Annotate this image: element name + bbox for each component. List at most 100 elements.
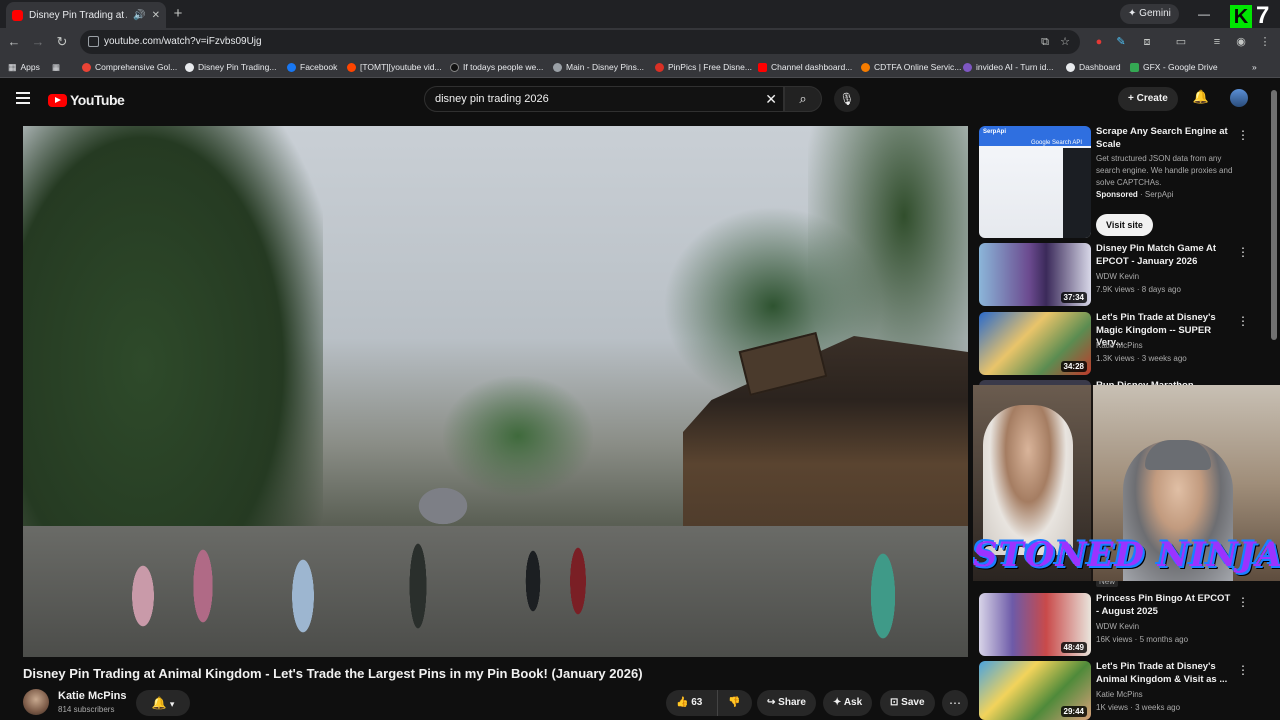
bookmark-item[interactable]: Channel dashboard...: [758, 56, 852, 78]
bookmark-label: invideo AI - Turn id...: [976, 62, 1054, 72]
channel-name[interactable]: Katie McPins: [1096, 690, 1143, 699]
search-icon: ⌕: [799, 91, 807, 106]
channel-name[interactable]: Katie McPins: [58, 690, 126, 702]
minimize-button[interactable]: —: [1194, 4, 1214, 24]
notifications-bell-icon[interactable]: 🔔: [1192, 89, 1210, 107]
ask-button[interactable]: ✦ Ask: [823, 690, 873, 716]
bookmark-item[interactable]: PinPics | Free Disne...: [655, 56, 752, 78]
video-menu-icon[interactable]: ⋮: [1237, 314, 1249, 328]
extension-blue-icon[interactable]: ✎: [1112, 33, 1130, 51]
menu-hamburger-icon[interactable]: [16, 92, 30, 104]
cast-icon[interactable]: ▭: [1172, 33, 1190, 51]
video-thumbnail[interactable]: 48:49: [979, 593, 1091, 656]
facebook-icon: [287, 62, 296, 72]
speaker-icon[interactable]: 🔊: [133, 10, 145, 21]
close-tab-icon[interactable]: ✕: [152, 10, 160, 21]
forward-arrow-icon[interactable]: →: [28, 32, 48, 52]
bookmark-item[interactable]: GFX - Google Drive: [1130, 56, 1218, 78]
bookmark-item[interactable]: Facebook: [287, 56, 337, 78]
bookmark-label: GFX - Google Drive: [1143, 62, 1218, 72]
reload-icon[interactable]: ↻: [52, 32, 72, 52]
profile-icon[interactable]: ◉: [1232, 33, 1250, 51]
video-title[interactable]: Let's Pin Trade at Disney's Animal Kingd…: [1096, 661, 1236, 686]
save-button[interactable]: ⊡ Save: [880, 690, 935, 716]
channel-avatar[interactable]: [23, 689, 49, 715]
bookmarks-overflow-icon[interactable]: »: [1252, 56, 1257, 78]
new-tab-button[interactable]: +: [168, 4, 188, 24]
bookmark-favicon-icon: [82, 62, 91, 72]
back-arrow-icon[interactable]: ←: [4, 32, 24, 52]
bookmark-star-icon[interactable]: ☆: [1056, 33, 1074, 51]
bookmark-grid[interactable]: ▦: [52, 56, 60, 78]
bookmark-item[interactable]: invideo AI - Turn id...: [963, 56, 1053, 78]
sparkle-icon: ✦: [833, 697, 842, 708]
apps-grid-icon: ▦: [8, 62, 17, 72]
browser-menu-icon[interactable]: ⋮: [1256, 33, 1274, 51]
gemini-button[interactable]: ✦ Gemini: [1120, 4, 1179, 24]
video-title[interactable]: Princess Pin Bingo At EPCOT - August 202…: [1096, 593, 1236, 618]
visit-site-button[interactable]: Visit site: [1096, 214, 1153, 236]
bookmark-item[interactable]: Main - Disney Pins...: [553, 56, 644, 78]
bookmark-item[interactable]: Comprehensive Gol...: [82, 56, 177, 78]
page-scrollbar[interactable]: [1271, 90, 1277, 340]
list-item[interactable]: 48:49 Princess Pin Bingo At EPCOT - Augu…: [979, 593, 1259, 656]
channel-name[interactable]: Katie McPins: [1096, 341, 1143, 350]
video-player[interactable]: [23, 126, 968, 657]
video-duration: 29:44: [1060, 706, 1087, 717]
bookmark-label: CDTFA Online Servic...: [874, 62, 962, 72]
site-info-icon[interactable]: [88, 36, 99, 47]
invideo-icon: [963, 62, 972, 72]
list-item[interactable]: 37:34 Disney Pin Match Game At EPCOT - J…: [979, 243, 1259, 306]
clear-search-icon[interactable]: ✕: [765, 87, 777, 111]
sidebar-ad[interactable]: SerpApi Google Search API Scrape Any Sea…: [979, 126, 1259, 238]
voice-search-button[interactable]: 🎙: [834, 86, 860, 112]
youtube-logo[interactable]: YouTube: [48, 92, 125, 108]
video-menu-icon[interactable]: ⋮: [1237, 663, 1249, 677]
video-thumbnail[interactable]: 29:44: [979, 661, 1091, 720]
tab-title: Disney Pin Trading at Animal: [29, 9, 127, 21]
like-button[interactable]: 👍 63: [666, 690, 718, 716]
bell-icon: 🔔: [151, 696, 167, 710]
channel-name[interactable]: WDW Kevin: [1096, 622, 1139, 631]
video-menu-icon[interactable]: ⋮: [1237, 595, 1249, 609]
ask-label: Ask: [843, 697, 863, 708]
account-avatar[interactable]: [1230, 89, 1248, 107]
share-button[interactable]: ↪ Share: [757, 690, 816, 716]
ad-thumbnail[interactable]: SerpApi Google Search API: [979, 126, 1091, 238]
extension-red-icon[interactable]: ●: [1090, 33, 1108, 51]
bookmark-apps[interactable]: ▦ Apps: [8, 56, 40, 78]
video-thumbnail[interactable]: 34:28: [979, 312, 1091, 375]
video-menu-icon[interactable]: ⋮: [1237, 245, 1249, 259]
bookmark-item[interactable]: Dashboard: [1066, 56, 1121, 78]
youtube-header: YouTube disney pin trading 2026 ✕ ⌕ 🎙 + …: [0, 78, 1280, 120]
bookmark-item[interactable]: [TOMT][youtube vid...: [347, 56, 442, 78]
video-thumbnail[interactable]: 37:34: [979, 243, 1091, 306]
search-button[interactable]: ⌕: [784, 86, 822, 112]
extensions-puzzle-icon[interactable]: ⧈: [1138, 33, 1156, 51]
dislike-button[interactable]: 👎: [718, 690, 752, 716]
bookmark-item[interactable]: If todays people we...: [450, 56, 543, 78]
reading-list-icon[interactable]: ≡: [1208, 33, 1226, 51]
bookmark-item[interactable]: CDTFA Online Servic...: [861, 56, 961, 78]
channel-name[interactable]: WDW Kevin: [1096, 272, 1139, 281]
advertiser-name: SerpApi: [1144, 190, 1174, 199]
address-bar[interactable]: youtube.com/watch?v=iFzvbs09Ujg: [80, 30, 1080, 54]
ad-menu-icon[interactable]: ⋮: [1237, 128, 1249, 142]
more-actions-icon[interactable]: ⋯: [942, 690, 968, 716]
create-button[interactable]: + Create: [1118, 87, 1178, 111]
list-item[interactable]: 29:44 Let's Pin Trade at Disney's Animal…: [979, 661, 1259, 720]
install-app-icon[interactable]: ⧉: [1036, 33, 1054, 51]
ad-thumbnail-code-panel: [1063, 148, 1091, 238]
list-item[interactable]: 34:28 Let's Pin Trade at Disney's Magic …: [979, 312, 1259, 375]
webcam-person-left: [983, 405, 1073, 555]
ad-title[interactable]: Scrape Any Search Engine at Scale: [1096, 126, 1236, 151]
video-meta: 1K views · 3 weeks ago: [1096, 703, 1181, 712]
search-input[interactable]: disney pin trading 2026 ✕: [424, 86, 784, 112]
bookmark-item[interactable]: Disney Pin Trading...: [185, 56, 276, 78]
subscription-bell-button[interactable]: 🔔 ▾: [136, 690, 190, 716]
video-title: Disney Pin Trading at Animal Kingdom - L…: [23, 666, 643, 681]
bookmark-label: Apps: [20, 62, 40, 72]
video-title[interactable]: Disney Pin Match Game At EPCOT - January…: [1096, 243, 1236, 268]
subscriber-count: 814 subscribers: [58, 705, 115, 714]
browser-tab-active[interactable]: Disney Pin Trading at Animal 🔊 ✕: [6, 2, 166, 28]
